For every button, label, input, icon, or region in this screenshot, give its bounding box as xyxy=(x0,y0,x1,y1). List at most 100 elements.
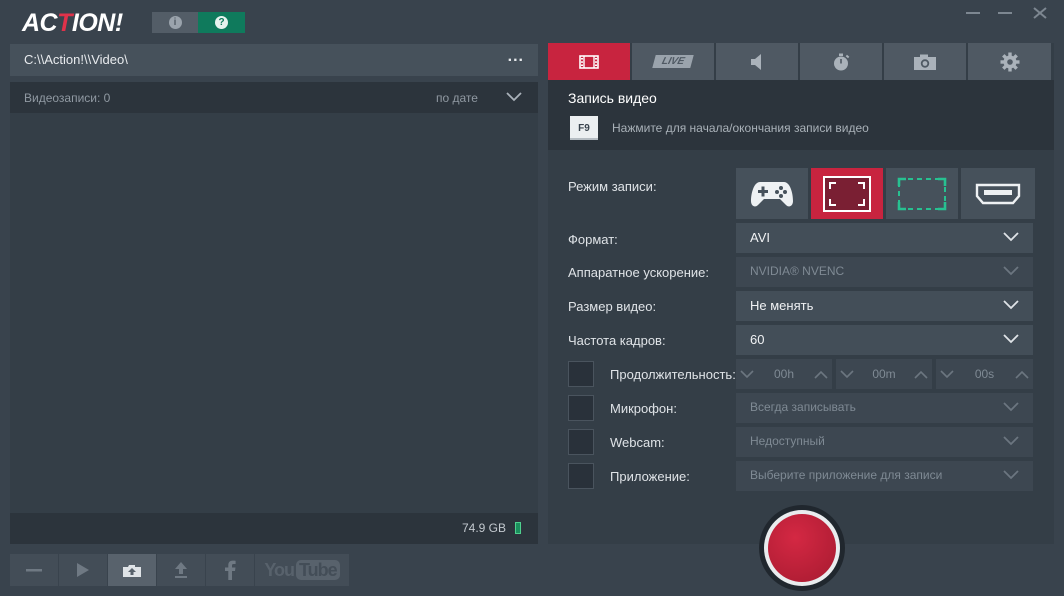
sort-selector[interactable]: по дате xyxy=(436,91,478,105)
chevron-down-icon[interactable] xyxy=(936,369,958,379)
webcam-select[interactable]: Недоступный xyxy=(736,427,1033,457)
duration-hours-stepper[interactable]: 00h xyxy=(736,359,832,389)
application-value: Выберите приложение для записи xyxy=(750,468,943,482)
tab-video[interactable] xyxy=(548,43,630,80)
chevron-down-icon xyxy=(1003,232,1019,242)
minimize-button[interactable] xyxy=(998,12,1012,14)
speaker-icon xyxy=(751,53,761,70)
delete-button[interactable] xyxy=(10,554,58,586)
hotkey-badge[interactable]: F9 xyxy=(570,116,598,140)
main-tabs: LIVE xyxy=(548,43,1051,80)
disk-status-bar: 74.9 GB xyxy=(10,513,538,544)
play-button[interactable] xyxy=(59,554,107,586)
output-path: C:\\Action!\\Video\ xyxy=(24,52,128,67)
duration-seconds: 00s xyxy=(974,367,995,381)
record-button[interactable] xyxy=(759,505,845,591)
gear-icon xyxy=(1000,52,1019,71)
youtube-upload-button[interactable]: You Tube xyxy=(255,554,349,586)
chevron-down-icon xyxy=(1003,436,1019,446)
chevron-down-icon[interactable] xyxy=(836,369,858,379)
tab-benchmark[interactable] xyxy=(800,43,882,80)
output-path-bar: C:\\Action!\\Video\ ... xyxy=(10,44,538,76)
recordings-list[interactable] xyxy=(10,113,538,513)
help-button[interactable]: ? xyxy=(198,12,245,33)
facebook-icon xyxy=(225,560,236,580)
live-icon: LIVE xyxy=(652,55,694,68)
microphone-checkbox[interactable] xyxy=(568,395,594,421)
logo-suffix: ION! xyxy=(71,9,123,37)
upload-button[interactable] xyxy=(157,554,205,586)
app-logo: ACTION! xyxy=(22,9,123,38)
browse-path-button[interactable]: ... xyxy=(508,48,524,66)
camera-icon xyxy=(914,54,936,70)
open-folder-button[interactable] xyxy=(108,554,156,586)
logo-highlight: T xyxy=(57,9,72,37)
minimize-to-tray-button[interactable] xyxy=(966,12,980,14)
tab-settings[interactable] xyxy=(968,43,1051,80)
hw-accel-value: NVIDIA® NVENC xyxy=(750,264,845,278)
webcam-checkbox[interactable] xyxy=(568,429,594,455)
youtube-you: You xyxy=(264,559,295,580)
fps-select[interactable]: 60 xyxy=(736,325,1033,355)
duration-seconds-stepper[interactable]: 00s xyxy=(936,359,1033,389)
chevron-up-icon[interactable] xyxy=(810,370,832,379)
hdmi-icon xyxy=(975,183,1021,204)
chevron-down-icon xyxy=(1003,470,1019,480)
youtube-tube: Tube xyxy=(296,559,340,580)
window-capture-icon xyxy=(823,175,871,212)
recordings-header: Видеозаписи: 0 по дате xyxy=(10,82,538,113)
film-icon xyxy=(579,54,599,69)
video-size-value: Не менять xyxy=(750,298,814,313)
chevron-up-icon[interactable] xyxy=(910,370,932,379)
hw-accel-label: Аппаратное ускорение: xyxy=(568,265,710,280)
upload-icon xyxy=(175,562,187,578)
chevron-down-icon xyxy=(1003,266,1019,276)
mode-game-button[interactable] xyxy=(736,168,808,219)
info-icon: i xyxy=(168,16,182,29)
microphone-value: Всегда записывать xyxy=(750,400,856,414)
chevron-down-icon[interactable] xyxy=(506,92,522,102)
application-checkbox[interactable] xyxy=(568,463,594,489)
mode-hdmi-button[interactable] xyxy=(961,168,1035,219)
disk-indicator-icon xyxy=(515,522,521,534)
chevron-down-icon[interactable] xyxy=(736,369,758,379)
tab-live[interactable]: LIVE xyxy=(632,43,714,80)
format-select[interactable]: AVI xyxy=(736,223,1033,253)
application-label: Приложение: xyxy=(610,469,690,484)
info-button[interactable]: i xyxy=(152,12,198,33)
microphone-select[interactable]: Всегда записывать xyxy=(736,393,1033,423)
open-folder-icon xyxy=(123,565,141,577)
microphone-label: Микрофон: xyxy=(610,401,677,416)
close-icon[interactable] xyxy=(1030,5,1050,21)
stopwatch-icon xyxy=(834,53,850,70)
video-section-header: Запись видео F9 Нажмите для начала/оконч… xyxy=(548,80,1054,150)
fps-label: Частота кадров: xyxy=(568,333,666,348)
video-size-label: Размер видео: xyxy=(568,299,657,314)
settings-panel: LIVE Запись видео F9 Нажмите для начала/… xyxy=(548,43,1054,544)
tab-screenshot[interactable] xyxy=(884,43,966,80)
hw-accel-select[interactable]: NVIDIA® NVENC xyxy=(736,257,1033,287)
chevron-down-icon xyxy=(1003,334,1019,344)
play-icon xyxy=(77,563,89,577)
video-size-select[interactable]: Не менять xyxy=(736,291,1033,321)
chevron-up-icon[interactable] xyxy=(1011,370,1033,379)
logo-prefix: AC xyxy=(22,9,58,37)
minus-icon xyxy=(26,569,42,572)
region-capture-icon xyxy=(897,177,947,210)
application-select[interactable]: Выберите приложение для записи xyxy=(736,461,1033,491)
chevron-down-icon xyxy=(1003,402,1019,412)
format-value: AVI xyxy=(750,230,770,245)
duration-label: Продолжительность: xyxy=(610,367,736,382)
duration-minutes: 00m xyxy=(872,367,896,381)
record-icon xyxy=(768,514,836,582)
mode-region-button[interactable] xyxy=(886,168,958,219)
webcam-value: Недоступный xyxy=(750,434,825,448)
duration-checkbox[interactable] xyxy=(568,361,594,387)
mode-window-button[interactable] xyxy=(811,168,883,219)
tab-audio[interactable] xyxy=(716,43,798,80)
webcam-label: Webcam: xyxy=(610,435,665,450)
format-label: Формат: xyxy=(568,232,618,247)
facebook-share-button[interactable] xyxy=(206,554,254,586)
duration-hours: 00h xyxy=(773,367,795,381)
duration-minutes-stepper[interactable]: 00m xyxy=(836,359,932,389)
